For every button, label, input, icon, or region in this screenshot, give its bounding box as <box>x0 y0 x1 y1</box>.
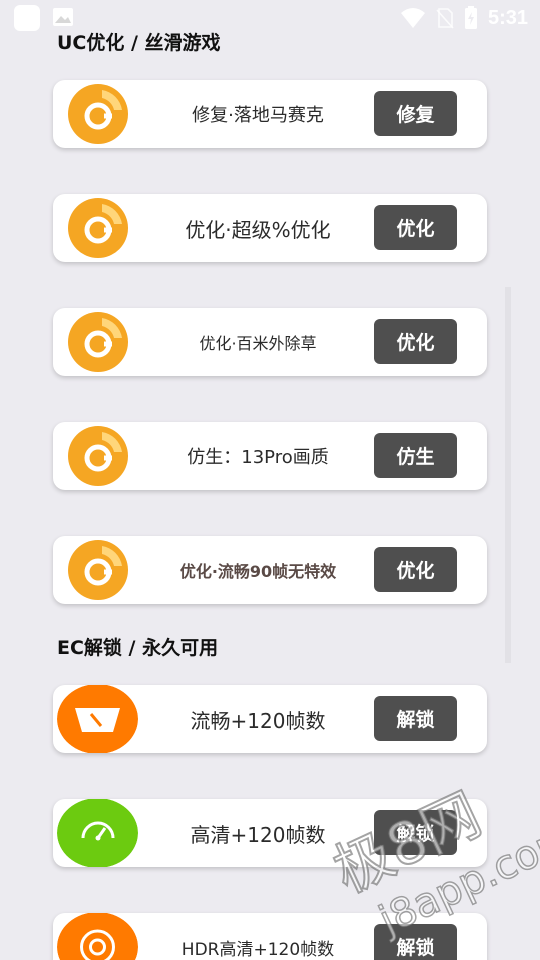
uc-card-fix-mosaic: 修复·落地马赛克 修复 <box>53 80 487 148</box>
battery-icon <box>464 6 477 29</box>
scroll-indicator[interactable] <box>505 287 511 663</box>
ec-card-hdr-120fps: HDR高清+120帧数 解锁 <box>53 913 487 960</box>
no-sim-icon <box>436 8 454 29</box>
uc-browser-logo-icon <box>68 84 128 144</box>
ec-card-label: 流畅+120帧数 <box>190 708 326 733</box>
unlock-button[interactable]: 解锁 <box>374 924 457 960</box>
unlock-button[interactable]: 解锁 <box>374 810 457 855</box>
uc-card-label: 仿生：13Pro画质 <box>187 447 329 468</box>
uc-card-label: 优化·百米外除草 <box>199 334 317 353</box>
uc-card-super-optimize: 优化·超级%优化 优化 <box>53 194 487 262</box>
uc-browser-logo-icon <box>68 312 128 372</box>
fix-button[interactable]: 修复 <box>374 91 457 136</box>
ec-card-label: 高清+120帧数 <box>190 822 326 847</box>
uc-card-label: 优化·超级%优化 <box>185 217 331 242</box>
ec-card-hd-120fps: 高清+120帧数 解锁 <box>53 799 487 867</box>
uc-card-13pro-quality: 仿生：13Pro画质 仿生 <box>53 422 487 490</box>
section-title-uc: UC优化 / 丝滑游戏 <box>57 32 221 54</box>
bionic-button[interactable]: 仿生 <box>374 433 457 478</box>
gauge-icon <box>57 799 138 867</box>
wifi-icon <box>400 8 425 28</box>
optimize-button[interactable]: 优化 <box>374 319 457 364</box>
ec-card-smooth-120fps: 流畅+120帧数 解锁 <box>53 685 487 753</box>
gallery-notification-icon <box>53 8 73 26</box>
clock: 5:31 <box>487 6 528 29</box>
speedometer-icon <box>57 685 138 753</box>
uc-browser-logo-icon <box>68 426 128 486</box>
section-title-ec: EC解锁 / 永久可用 <box>57 637 219 659</box>
optimize-button[interactable]: 优化 <box>374 547 457 592</box>
optimize-button[interactable]: 优化 <box>374 205 457 250</box>
uc-card-weed-removal: 优化·百米外除草 优化 <box>53 308 487 376</box>
app-notification-icon <box>14 5 40 31</box>
ec-card-label: HDR高清+120帧数 <box>181 939 335 960</box>
settings-gauge-icon <box>57 913 138 960</box>
uc-browser-logo-icon <box>68 540 128 600</box>
uc-browser-logo-icon <box>68 198 128 258</box>
uc-card-label: 优化·流畅90帧无特效 <box>179 562 337 581</box>
uc-card-smooth-90fps: 优化·流畅90帧无特效 优化 <box>53 536 487 604</box>
unlock-button[interactable]: 解锁 <box>374 696 457 741</box>
uc-card-label: 修复·落地马赛克 <box>192 105 324 126</box>
